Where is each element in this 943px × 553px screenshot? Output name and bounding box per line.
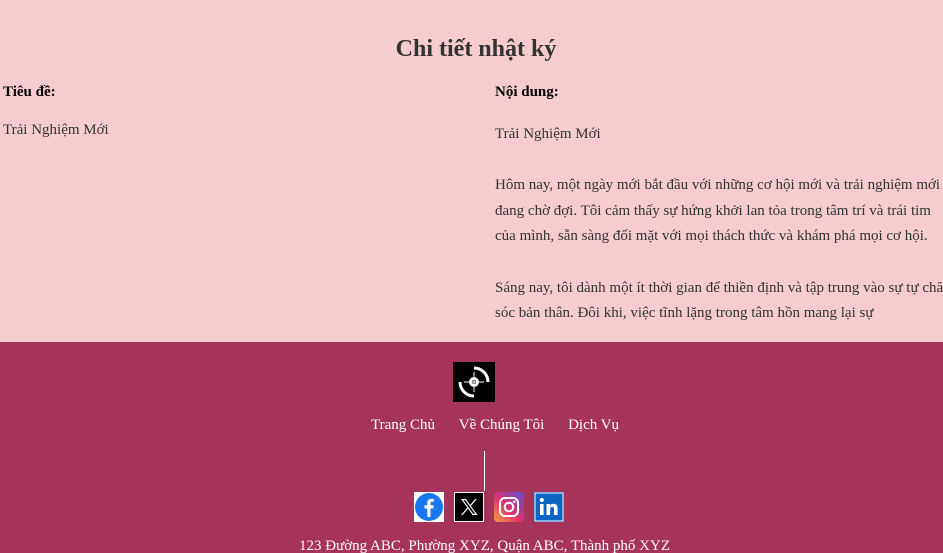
- content-label: Nội dung:: [495, 84, 559, 100]
- content-paragraph-2: Sáng nay, tôi dành một ít thời gian để t…: [495, 279, 943, 322]
- facebook-icon[interactable]: [414, 492, 444, 522]
- social-links: [414, 492, 564, 522]
- nav-link-home[interactable]: Trang Chủ: [371, 417, 435, 433]
- entry-content: Trải Nghiệm Mới Hôm nay, một ngày mới bắ…: [495, 122, 943, 352]
- site-footer: Trang Chủ Về Chúng Tôi Dịch Vụ 123 Đường…: [0, 342, 943, 553]
- site-logo[interactable]: [453, 362, 495, 402]
- diary-detail-page: Chi tiết nhật ký Tiêu đề: Trải Nghiệm Mớ…: [0, 0, 943, 553]
- linkedin-icon[interactable]: [534, 492, 564, 522]
- title-label: Tiêu đề:: [3, 84, 56, 100]
- instagram-icon[interactable]: [494, 492, 524, 522]
- footer-divider: [484, 451, 485, 491]
- x-twitter-icon[interactable]: [454, 492, 484, 522]
- entry-title: Trải Nghiệm Mới: [3, 122, 109, 138]
- footer-address: 123 Đường ABC, Phường XYZ, Quận ABC, Thà…: [298, 538, 671, 553]
- nav-link-services[interactable]: Dịch Vụ: [568, 417, 619, 433]
- footer-nav: Trang Chủ Về Chúng Tôi Dịch Vụ: [0, 417, 943, 434]
- nav-link-about[interactable]: Về Chúng Tôi: [459, 417, 545, 433]
- content-paragraph-1: Hôm nay, một ngày mới bắt đầu với những …: [495, 177, 941, 245]
- content-heading: Trải Nghiệm Mới: [495, 126, 601, 142]
- page-title: Chi tiết nhật ký: [395, 36, 557, 62]
- compass-logo-icon: [453, 362, 495, 402]
